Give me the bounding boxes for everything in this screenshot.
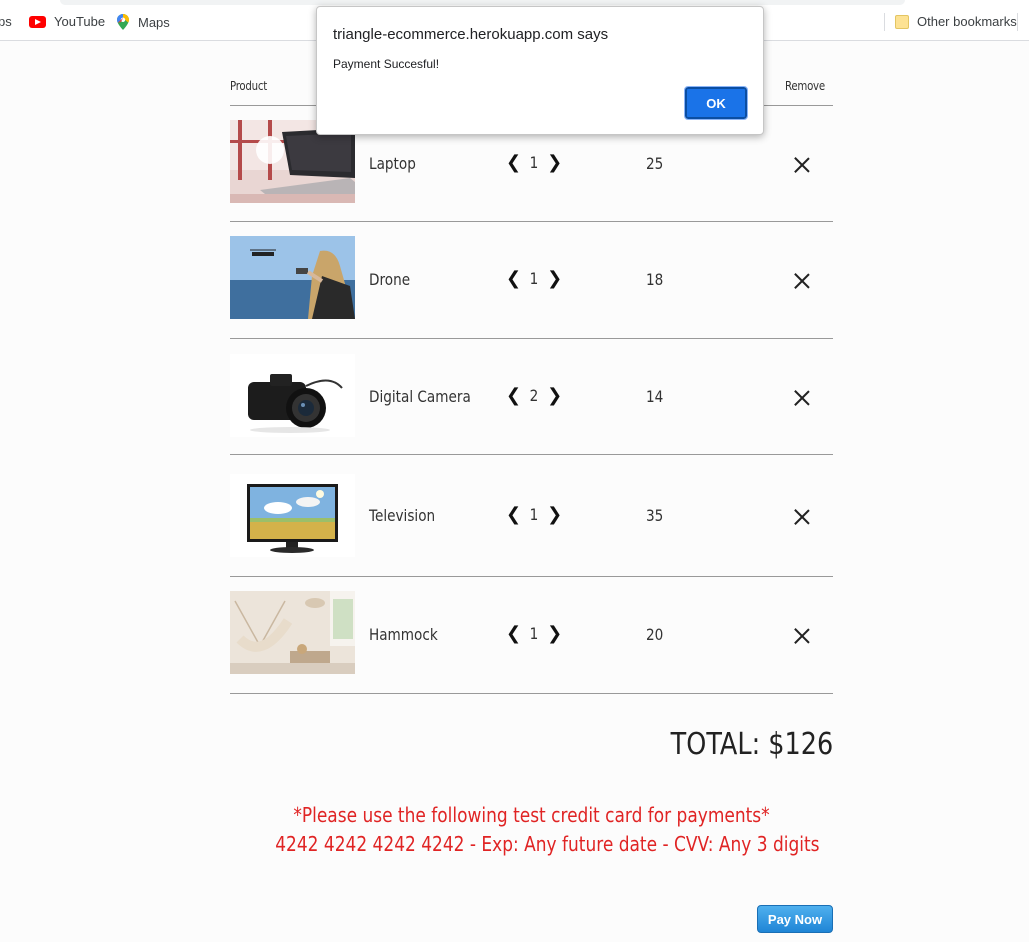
increment-icon[interactable]: ❯ [547,624,562,643]
television-photo [230,474,355,557]
increment-icon[interactable]: ❯ [547,153,562,172]
bookmark-maps-label: Maps [138,14,170,30]
column-header-product: Product [230,79,267,93]
increment-icon[interactable]: ❯ [547,505,562,524]
drone-photo [230,236,355,319]
hammock-photo [230,591,355,674]
product-name: Drone [369,270,411,289]
cart-row-drone: Drone ❮ 1 ❯ 18 [230,222,833,339]
dialog-title: triangle-ecommerce.herokuapp.com says [333,26,609,43]
product-price: 35 [646,506,664,525]
ok-button[interactable]: OK [684,86,748,120]
cart-row-television: Television ❮ 1 ❯ 35 [230,455,833,577]
bookmark-other-label: Other bookmarks [917,14,1017,29]
product-name: Television [369,506,436,525]
product-name: Hammock [369,625,438,644]
bookmarks-separator-right [1017,13,1018,31]
bookmark-apps[interactable]: ps [0,14,12,29]
quantity-value: 1 [529,505,539,524]
decrement-icon[interactable]: ❮ [506,269,521,288]
product-price: 25 [646,154,664,173]
quantity-stepper: ❮ 1 ❯ [506,153,562,172]
bookmark-youtube[interactable]: YouTube [29,14,105,29]
decrement-icon[interactable]: ❮ [506,505,521,524]
decrement-icon[interactable]: ❮ [506,386,521,405]
test-card-details: 4242 4242 4242 4242 - Exp: Any future da… [275,832,820,856]
bookmark-apps-label: ps [0,14,12,29]
increment-icon[interactable]: ❯ [547,386,562,405]
cart-total: TOTAL: $126 [670,727,833,762]
dialog-message: Payment Succesful! [333,57,440,71]
product-price: 14 [646,387,664,406]
decrement-icon[interactable]: ❮ [506,624,521,643]
alert-dialog: triangle-ecommerce.herokuapp.com says Pa… [316,6,764,135]
quantity-stepper: ❮ 1 ❯ [506,269,562,288]
tab-strip-edge [60,0,905,5]
product-price: 18 [646,270,664,289]
quantity-value: 2 [529,386,539,405]
column-header-remove: Remove [785,79,825,93]
decrement-icon[interactable]: ❮ [506,153,521,172]
bookmark-youtube-label: YouTube [54,14,106,29]
cart-row-digital-camera: Digital Camera ❮ 2 ❯ 14 [230,339,833,455]
remove-icon[interactable] [793,627,811,645]
quantity-stepper: ❮ 2 ❯ [506,386,562,405]
remove-icon[interactable] [793,389,811,407]
pay-now-button[interactable]: Pay Now [757,905,833,933]
bookmark-maps[interactable]: Maps [116,14,170,30]
remove-icon[interactable] [793,272,811,290]
quantity-value: 1 [529,269,539,288]
quantity-stepper: ❮ 1 ❯ [506,505,562,524]
maps-pin-icon [117,14,129,30]
bookmark-other[interactable]: Other bookmarks [895,14,1017,29]
remove-icon[interactable] [793,156,811,174]
folder-icon [895,14,909,29]
test-card-notice: *Please use the following test credit ca… [293,803,770,827]
cart-row-hammock: Hammock ❮ 1 ❯ 20 [230,577,833,694]
quantity-value: 1 [529,153,539,172]
youtube-icon [29,15,46,28]
product-name: Laptop [369,154,416,173]
quantity-stepper: ❮ 1 ❯ [506,624,562,643]
product-price: 20 [646,625,664,644]
product-name: Digital Camera [369,387,471,406]
camera-photo [230,354,355,437]
bookmarks-separator [884,13,885,31]
increment-icon[interactable]: ❯ [547,269,562,288]
remove-icon[interactable] [793,508,811,526]
quantity-value: 1 [529,624,539,643]
